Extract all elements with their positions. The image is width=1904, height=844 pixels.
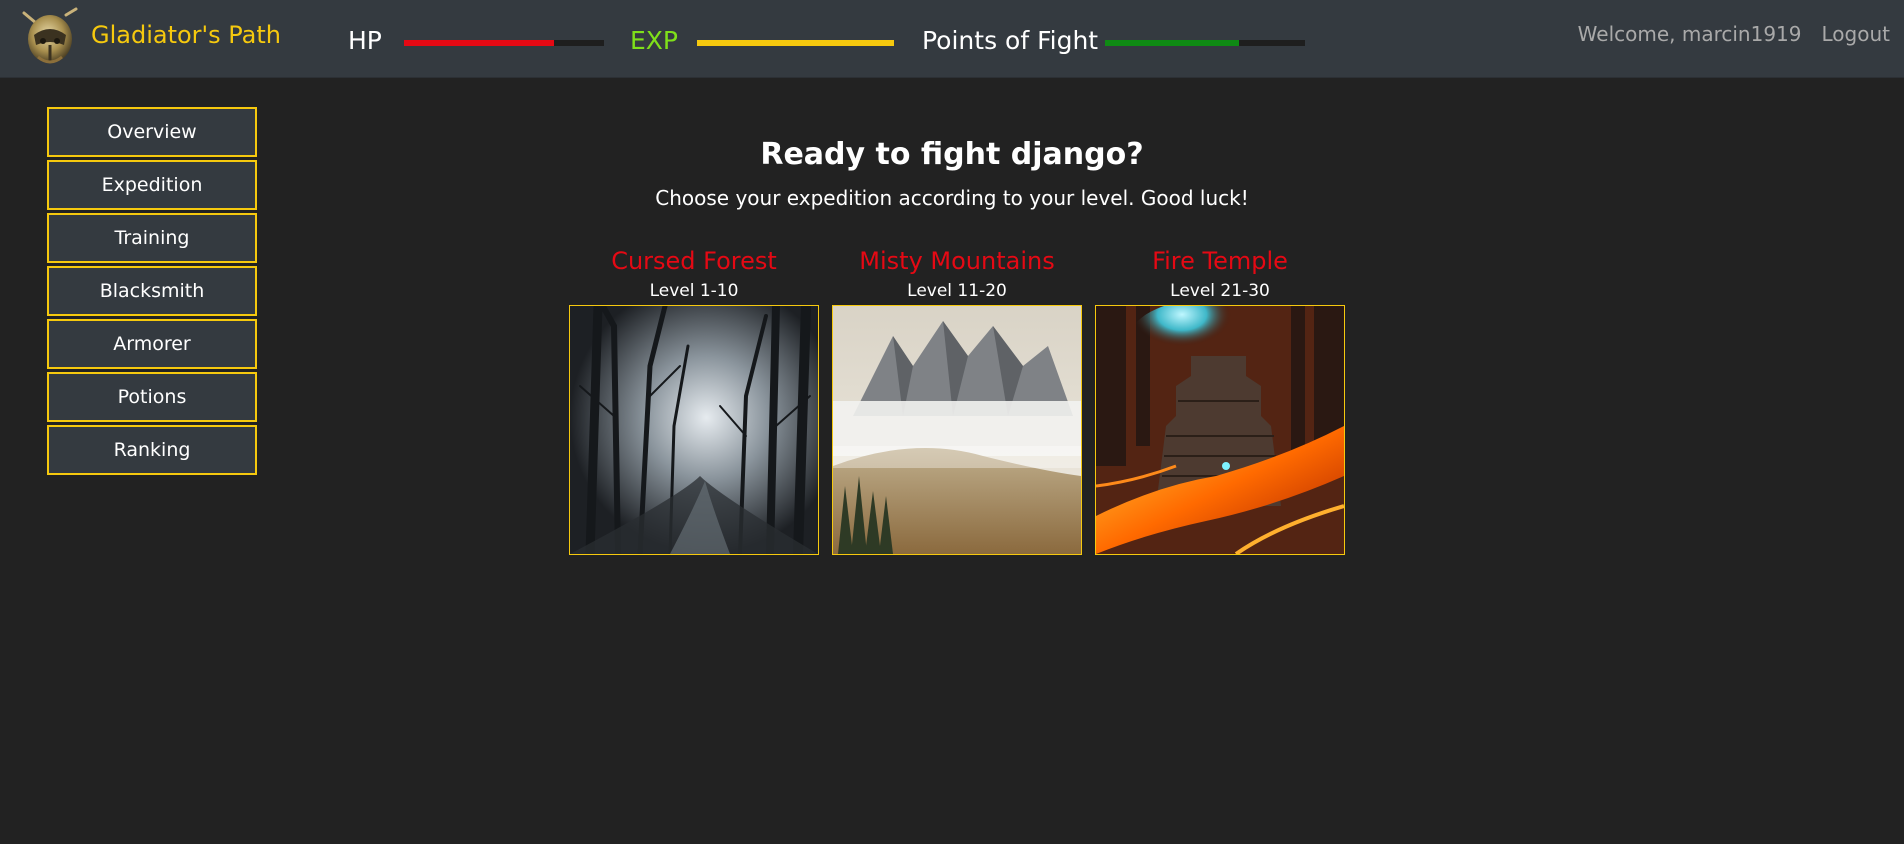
sidebar-item-training[interactable]: Training — [47, 213, 257, 263]
expedition-card-cursed-forest[interactable]: Cursed Forest Level 1-10 — [569, 243, 819, 555]
hp-bar — [404, 40, 604, 46]
expedition-level: Level 21-30 — [1170, 281, 1270, 301]
gladiator-helmet-logo — [22, 7, 78, 64]
top-navbar: Gladiator's Path HP EXP Points of Fight … — [0, 0, 1904, 78]
brand-title: Gladiator's Path — [91, 21, 281, 49]
points-of-fight-label: Points of Fight — [922, 26, 1099, 55]
points-of-fight-bar-fill — [1105, 40, 1239, 46]
points-of-fight-bar — [1105, 40, 1305, 46]
sidebar-item-ranking[interactable]: Ranking — [47, 425, 257, 475]
fire-temple-image[interactable] — [1095, 305, 1345, 555]
sidebar-item-blacksmith[interactable]: Blacksmith — [47, 266, 257, 316]
exp-bar — [697, 40, 894, 46]
exp-bar-fill — [697, 40, 894, 46]
sidebar-item-potions[interactable]: Potions — [47, 372, 257, 422]
hp-bar-fill — [404, 40, 554, 46]
logout-link[interactable]: Logout — [1822, 22, 1890, 46]
cursed-forest-image[interactable] — [569, 305, 819, 555]
expedition-card-fire-temple[interactable]: Fire Temple Level 21-30 — [1095, 243, 1345, 555]
expedition-card-misty-mountains[interactable]: Misty Mountains Level 11-20 — [832, 243, 1082, 555]
page-title: Ready to fight django? — [760, 137, 1144, 172]
sidebar-item-armorer[interactable]: Armorer — [47, 319, 257, 369]
expedition-name: Cursed Forest — [611, 247, 777, 275]
expedition-level: Level 11-20 — [907, 281, 1007, 301]
exp-label: EXP — [630, 26, 678, 55]
misty-mountains-image[interactable] — [832, 305, 1082, 555]
user-area: Welcome, marcin1919 Logout — [1578, 22, 1890, 46]
hp-label: HP — [348, 26, 382, 55]
expedition-name: Misty Mountains — [859, 247, 1055, 275]
welcome-text: Welcome, marcin1919 — [1577, 22, 1802, 46]
expedition-list: Cursed Forest Level 1-10 Misty Mountains… — [569, 243, 1345, 555]
brand-link[interactable]: Gladiator's Path — [16, 4, 281, 72]
page-subtitle: Choose your expedition according to your… — [655, 186, 1249, 210]
expedition-level: Level 1-10 — [649, 281, 739, 301]
expedition-name: Fire Temple — [1152, 247, 1288, 275]
